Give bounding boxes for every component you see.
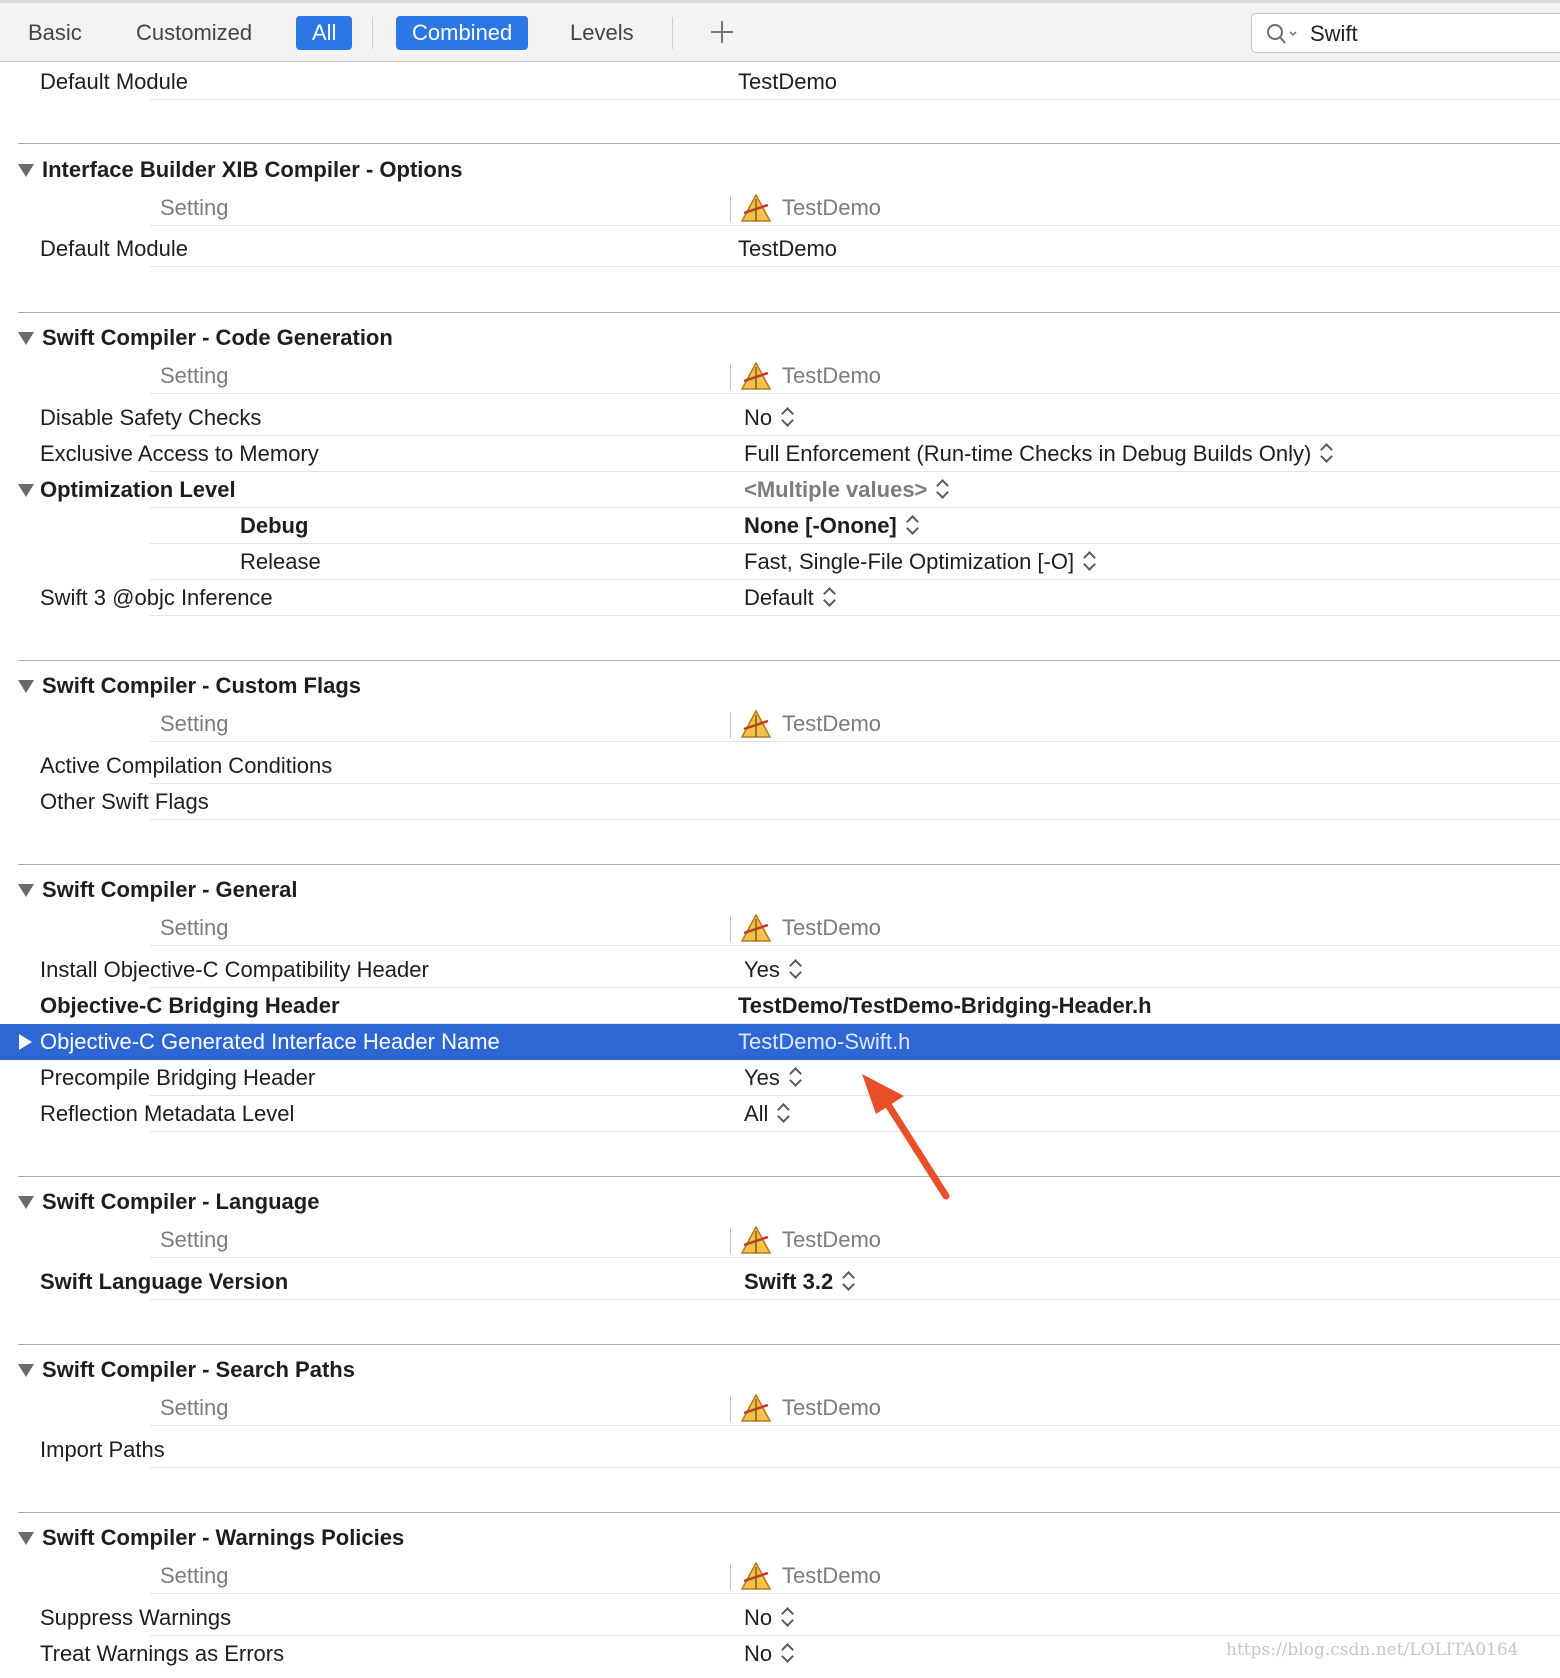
annotation-arrow-icon — [862, 1074, 950, 1200]
build-settings-page: Basic Customized All Combined Levels Swi… — [0, 0, 1560, 1678]
watermark: https://blog.csdn.net/LOLITA0164 — [1226, 1640, 1519, 1660]
